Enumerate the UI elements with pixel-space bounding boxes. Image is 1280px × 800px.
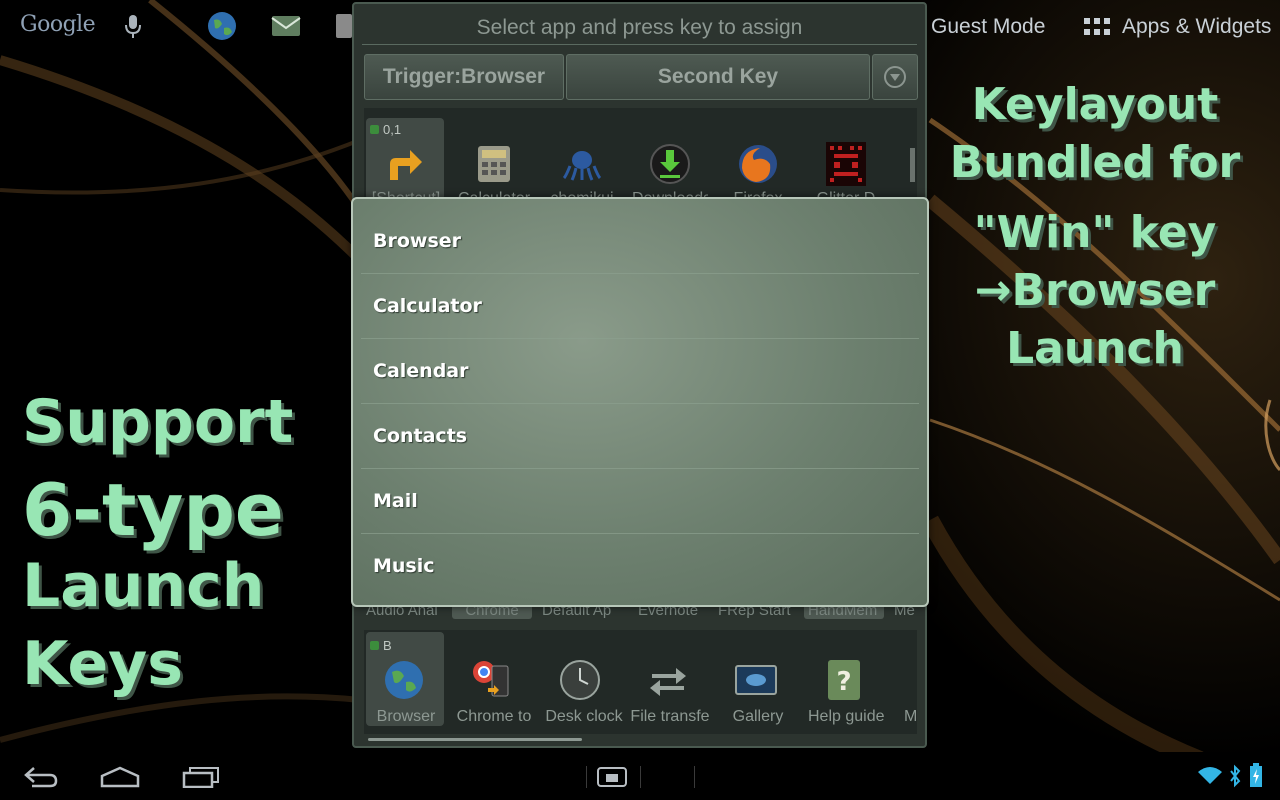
battery-icon bbox=[1250, 763, 1262, 787]
divider bbox=[362, 44, 917, 45]
popup-item-mail[interactable]: Mail bbox=[361, 469, 919, 533]
bluetooth-icon bbox=[1230, 764, 1241, 788]
app-picker-popup: Browser Calculator Calendar Contacts Mai… bbox=[351, 197, 929, 607]
promo-right-line-5: Launch bbox=[1006, 323, 1184, 374]
firefox-icon[interactable] bbox=[736, 142, 780, 186]
recent-apps-icon[interactable] bbox=[182, 766, 220, 788]
app-name: M bbox=[904, 708, 917, 725]
promo-right-line-3: "Win" key bbox=[973, 207, 1217, 258]
clock-icon[interactable] bbox=[558, 658, 602, 702]
back-icon[interactable] bbox=[22, 766, 60, 788]
guest-mode-link[interactable]: Guest Mode bbox=[931, 15, 1045, 39]
apps-widgets-button[interactable]: Apps & Widgets bbox=[1084, 15, 1271, 39]
grid-icon bbox=[1084, 18, 1110, 36]
google-search-logo[interactable]: Google bbox=[20, 12, 96, 37]
app-name: Chrome to bbox=[456, 708, 532, 725]
second-key-button[interactable]: Second Key bbox=[566, 54, 870, 100]
screen-compat-icon[interactable] bbox=[596, 766, 628, 788]
microphone-icon[interactable] bbox=[124, 14, 142, 40]
app-grid-top: 0,1 [Shortcut] Calculator c bbox=[364, 108, 917, 207]
globe-icon[interactable] bbox=[382, 658, 426, 702]
trigger-button[interactable]: Trigger:Browser bbox=[364, 54, 564, 100]
promo-right-text: Keylayout Bundled for "Win" key →Browser… bbox=[940, 76, 1250, 378]
promo-right-line-2: Bundled for bbox=[949, 137, 1241, 188]
calculator-icon[interactable] bbox=[472, 142, 516, 186]
popup-item-contacts[interactable]: Contacts bbox=[361, 404, 919, 468]
popup-item-music[interactable]: Music bbox=[361, 534, 919, 598]
glitter-icon[interactable] bbox=[824, 142, 868, 186]
help-icon[interactable]: ? bbox=[822, 658, 866, 702]
promo-right-line-4: →Browser bbox=[974, 265, 1216, 316]
popup-item-calculator[interactable]: Calculator bbox=[361, 274, 919, 338]
wifi-icon bbox=[1198, 767, 1222, 784]
app-icon[interactable] bbox=[336, 10, 352, 42]
divider bbox=[640, 766, 641, 788]
home-icon[interactable] bbox=[100, 766, 140, 788]
app-name: Gallery bbox=[732, 708, 784, 725]
octopus-icon[interactable] bbox=[560, 142, 604, 186]
app-icon bbox=[910, 148, 915, 182]
promo-left-text: Support 6-type Launch Keys bbox=[22, 392, 342, 704]
panel-title: Select app and press key to assign bbox=[476, 16, 803, 39]
gallery-icon[interactable] bbox=[734, 658, 778, 702]
app-name: Browser bbox=[376, 708, 436, 725]
popup-item-calendar[interactable]: Calendar bbox=[361, 339, 919, 403]
divider bbox=[586, 766, 587, 788]
popup-item-browser[interactable]: Browser bbox=[361, 209, 919, 273]
shortcut-arrow-icon[interactable] bbox=[382, 142, 426, 186]
divider bbox=[694, 766, 695, 788]
email-icon[interactable] bbox=[270, 10, 302, 42]
promo-left-line-2: 6-type bbox=[22, 468, 284, 552]
download-icon[interactable] bbox=[648, 142, 692, 186]
slot-label: 0,1 bbox=[370, 122, 401, 137]
promo-left-line-1: Support bbox=[22, 387, 294, 457]
app-name: File transfe bbox=[630, 708, 710, 725]
slot-label: B bbox=[370, 638, 392, 653]
file-transfer-icon[interactable] bbox=[646, 658, 690, 702]
promo-left-line-4: Keys bbox=[22, 629, 183, 699]
dropdown-button[interactable] bbox=[872, 54, 918, 100]
slot-indicator-icon bbox=[370, 125, 379, 134]
browser-globe-icon[interactable] bbox=[206, 10, 238, 42]
app-name: Help guide bbox=[808, 708, 884, 725]
chrome-to-phone-icon[interactable] bbox=[470, 658, 514, 702]
promo-left-line-3: Launch bbox=[22, 551, 265, 621]
app-name: Desk clock bbox=[545, 708, 623, 725]
chevron-down-icon bbox=[884, 66, 906, 88]
apps-widgets-label: Apps & Widgets bbox=[1122, 15, 1272, 38]
slot-indicator-icon bbox=[370, 641, 379, 650]
promo-right-line-1: Keylayout bbox=[971, 79, 1219, 130]
app-grid-bottom: B ? Browser Chrome to Desk clock File tr… bbox=[364, 630, 917, 734]
horizontal-scrollbar[interactable] bbox=[368, 738, 582, 741]
svg-text:?: ? bbox=[836, 667, 851, 697]
